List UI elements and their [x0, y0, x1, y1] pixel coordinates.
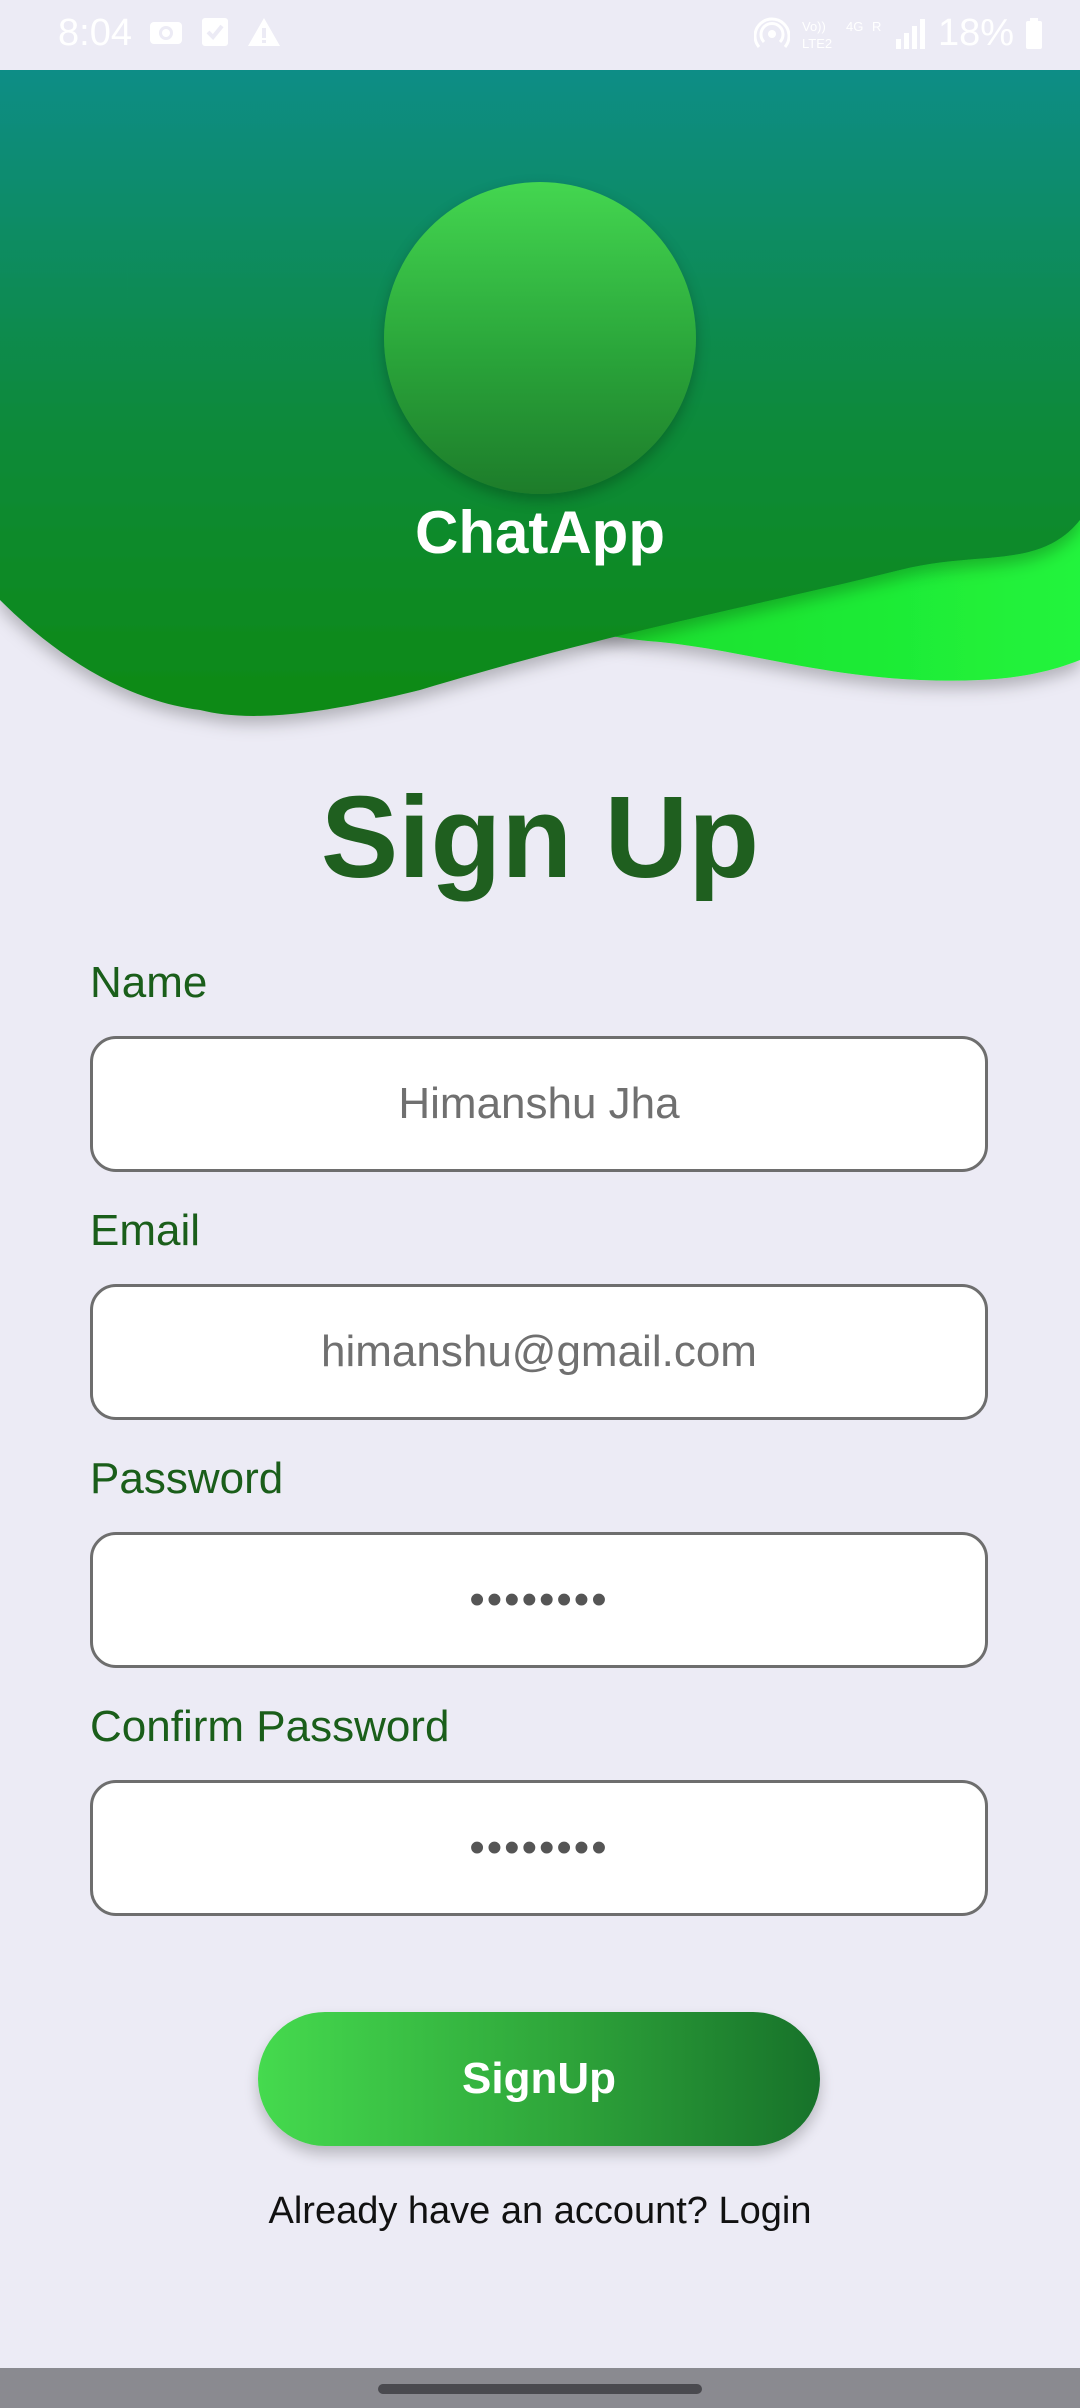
- app-name: ChatApp: [415, 499, 665, 566]
- svg-text:Vo)): Vo)): [802, 19, 826, 34]
- password-field[interactable]: ••••••••: [90, 1532, 988, 1668]
- volte-icon: Vo)) LTE2 4G R: [802, 19, 881, 51]
- status-icons-left: [148, 16, 282, 48]
- email-field[interactable]: himanshu@gmail.com: [90, 1284, 988, 1420]
- login-link[interactable]: Already have an account? Login: [0, 2190, 1080, 2233]
- confirm-password-field[interactable]: ••••••••: [90, 1780, 988, 1916]
- confirm-password-label: Confirm Password: [90, 1702, 450, 1751]
- svg-text:R: R: [872, 19, 881, 34]
- email-label: Email: [90, 1206, 201, 1255]
- status-bar: 8:04 Vo)) LTE2 4G R 18%: [0, 0, 1080, 70]
- app-logo: [384, 182, 696, 494]
- svg-text:4G: 4G: [846, 19, 863, 34]
- page-title: Sign Up: [320, 772, 760, 902]
- name-field[interactable]: Himanshu Jha: [90, 1036, 988, 1172]
- navigation-bar: [0, 2368, 1080, 2408]
- warning-icon: [248, 18, 280, 46]
- check-icon: [202, 18, 228, 46]
- status-time: 8:04: [58, 12, 132, 54]
- signal-icon: [895, 18, 925, 49]
- home-gesture-handle[interactable]: [378, 2384, 702, 2394]
- signup-button[interactable]: SignUp: [258, 2012, 820, 2146]
- camera-icon: [150, 22, 182, 44]
- battery-percentage: 18%: [937, 12, 1014, 54]
- name-label: Name: [90, 958, 208, 1007]
- hotspot-icon: [753, 17, 790, 48]
- status-icons-right: Vo)) LTE2 4G R 18%: [753, 12, 1044, 55]
- password-label: Password: [90, 1454, 284, 1503]
- battery-icon: [1026, 17, 1042, 49]
- header: ChatApp: [0, 70, 1080, 750]
- svg-text:LTE2: LTE2: [802, 36, 832, 51]
